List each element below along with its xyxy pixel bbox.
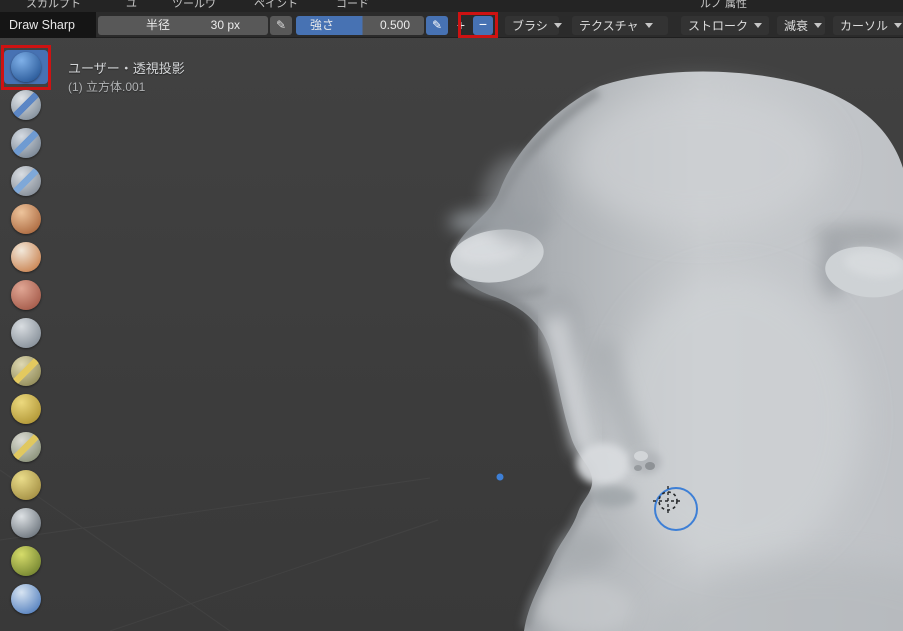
chevron-down-icon [894,23,903,28]
texture-dropdown[interactable]: テクスチャ [572,16,668,35]
chevron-down-icon [814,23,823,28]
tool-scrape[interactable] [4,506,48,540]
falloff-dropdown-label: 減衰 [784,19,809,33]
viewport-object-label: (1) 立方体.001 [68,80,146,94]
strength-value: 0.500 [379,18,410,32]
fill-icon [11,470,41,500]
tool-layer[interactable] [4,240,48,274]
strength-pressure-toggle[interactable]: ✎ [426,16,448,35]
chevron-down-icon [644,23,653,28]
flatten-icon [11,432,41,462]
tool-clay-thumb[interactable] [4,202,48,236]
tool-pinch[interactable] [4,544,48,578]
crease-icon [11,356,41,386]
cursor-dropdown[interactable]: カーソル [833,16,903,35]
clay-strips-icon [11,166,41,196]
pen-icon: ✎ [275,18,287,32]
stroke-sample-dot [496,473,504,481]
sculpt-head-model [448,71,903,631]
sculpt-header: Draw Sharp 半径 30 px ✎ 強さ 0.500 ✎ + − ブラシ… [0,12,903,38]
grab-icon [11,584,41,614]
smooth-icon [11,394,41,424]
inflate-icon [11,280,41,310]
tool-smooth[interactable] [4,392,48,426]
viewport-view-label: ユーザー・透視投影 [68,61,185,76]
brush-dropdown-label: ブラシ [512,19,548,33]
tool-grab[interactable] [4,582,48,616]
annotation-box-draw-sharp-tool [1,45,51,90]
tool-inflate[interactable] [4,278,48,312]
brush-dropdown[interactable]: ブラシ [505,16,562,35]
falloff-dropdown[interactable]: 減衰 [777,16,825,35]
strength-label: 強さ [310,18,335,32]
clay-icon [11,128,41,158]
tool-fill[interactable] [4,468,48,502]
strength-slider[interactable]: 強さ 0.500 [296,16,424,35]
tool-flatten[interactable] [4,430,48,464]
texture-dropdown-label: テクスチャ [579,19,639,33]
radius-pressure-toggle[interactable]: ✎ [270,16,292,35]
tool-clay[interactable] [4,126,48,160]
radius-slider[interactable]: 半径 30 px [98,16,268,35]
tool-clay-strips[interactable] [4,164,48,198]
cursor-dropdown-label: カーソル [840,19,889,33]
layer-icon [11,242,41,272]
chevron-down-icon [754,23,763,28]
stroke-dropdown[interactable]: ストローク [681,16,769,35]
radius-label: 半径 [146,18,171,32]
blob-icon [11,318,41,348]
tool-crease[interactable] [4,354,48,388]
floor-grid [0,469,439,631]
topbar-fragment: ルノ 属性 [700,0,748,10]
pinch-icon [11,546,41,576]
annotation-box-subtract-button [458,12,498,38]
pen-icon: ✎ [431,18,443,32]
topbar-fragment: スカルプト [26,0,81,10]
tool-blob[interactable] [4,316,48,350]
scrape-icon [11,508,41,538]
active-tool-name: Draw Sharp [0,12,96,38]
tool-shelf [0,44,52,631]
viewport-3d[interactable]: ユーザー・透視投影 (1) 立方体.001 [0,0,903,631]
topbar-fragment: ペイント [254,0,298,10]
topbar-fragment: コード [336,0,369,10]
topbar-fragment: ツールワ [172,0,216,10]
draw-icon [11,90,41,120]
tool-draw[interactable] [4,88,48,122]
clay-thumb-icon [11,204,41,234]
radius-value: 30 px [210,18,240,32]
stroke-dropdown-label: ストローク [688,19,749,33]
topbar-fragment: ユ [126,0,137,10]
chevron-down-icon [553,23,562,28]
